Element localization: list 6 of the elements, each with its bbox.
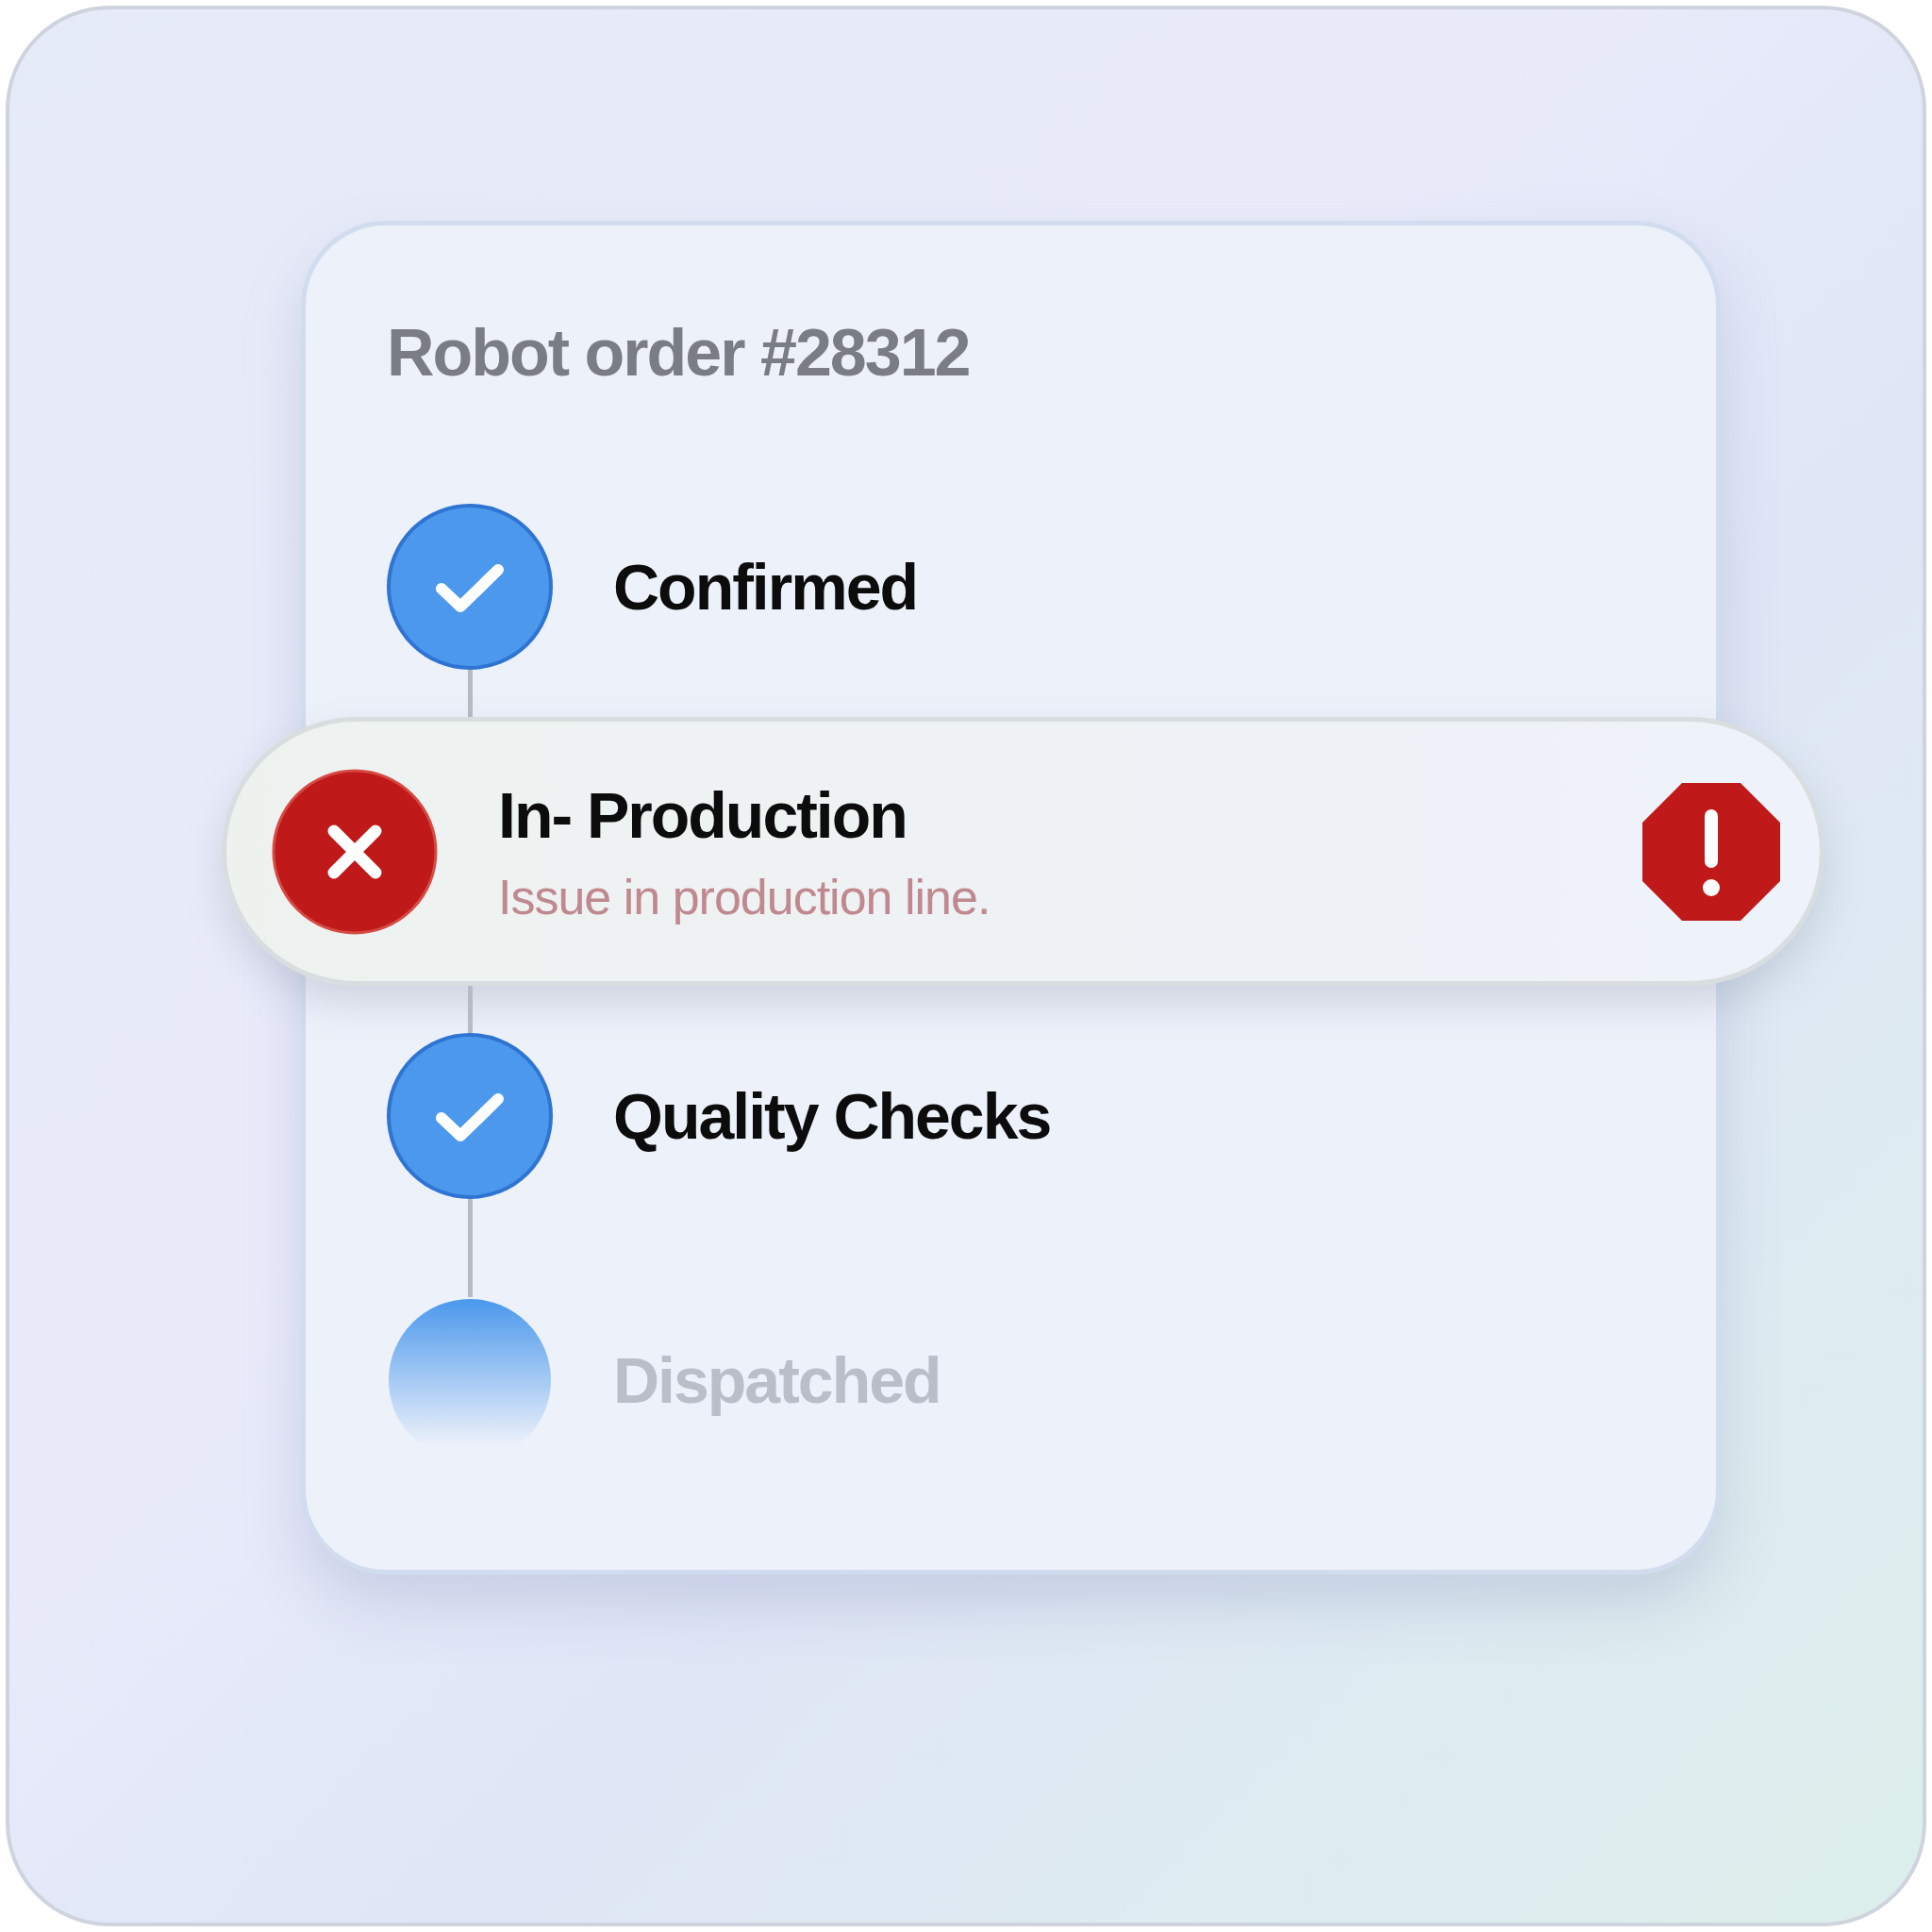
- step-label: In- Production: [498, 777, 908, 852]
- step-label: Confirmed: [613, 550, 917, 624]
- step-label: Quality Checks: [613, 1079, 1051, 1153]
- warning-icon: [1641, 780, 1782, 923]
- step-note: Issue in production line.: [498, 868, 991, 925]
- order-title: Robot order #28312: [387, 315, 971, 391]
